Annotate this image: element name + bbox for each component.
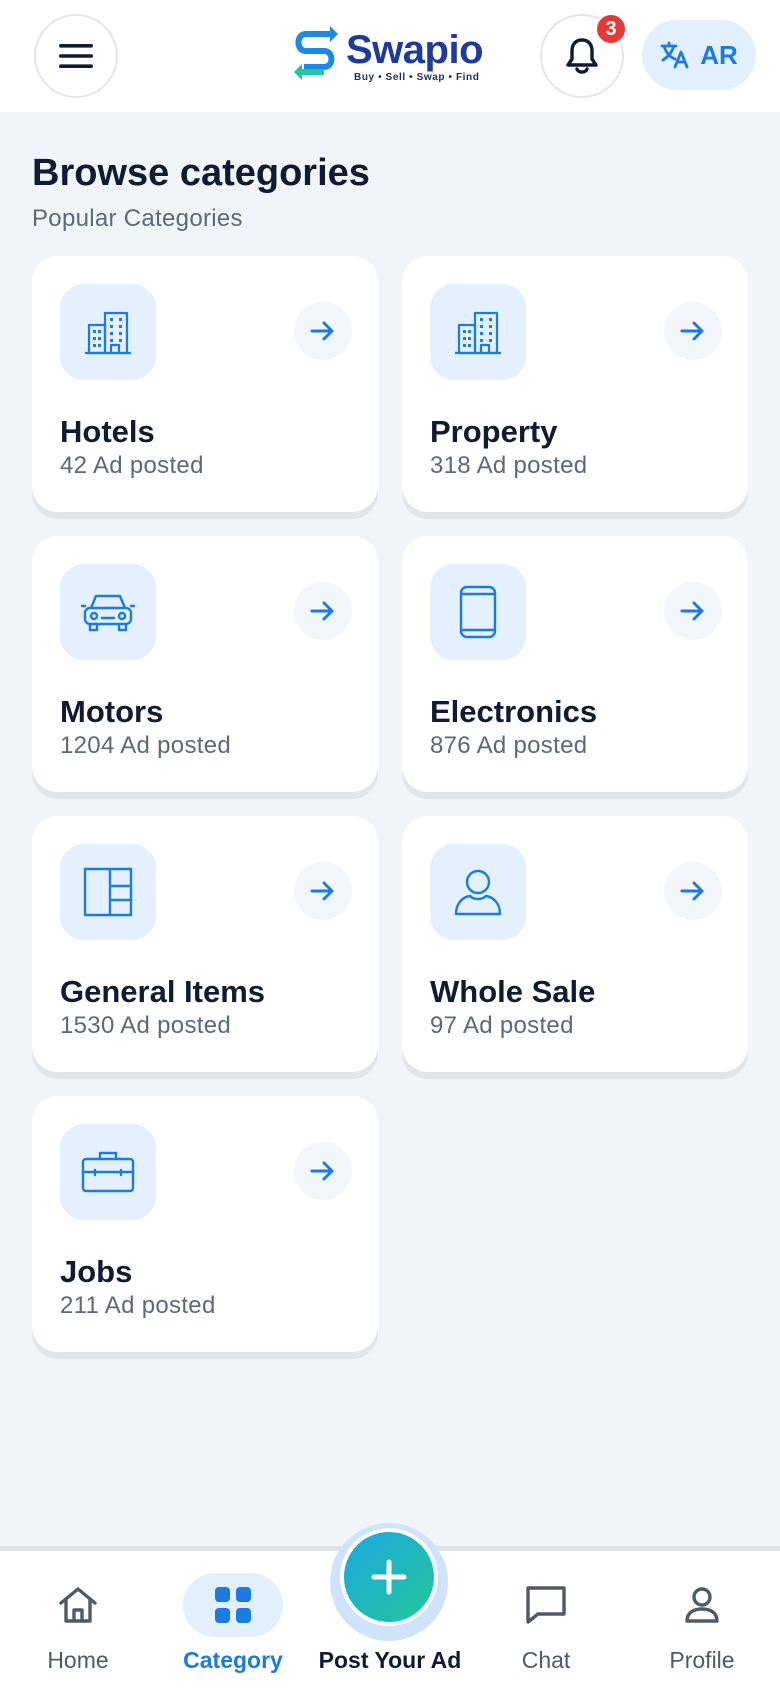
swapio-logo[interactable]: Swapio Buy • Sell • Swap • Find [290, 20, 500, 90]
hamburger-menu-icon [59, 44, 93, 68]
open-category-button[interactable] [294, 302, 352, 360]
arrow-right-icon [310, 321, 334, 341]
category-grid: Hotels 42 Ad posted Property 318 Ad post… [32, 256, 748, 1352]
category-title: Hotels [60, 414, 155, 449]
category-icon-tile [60, 284, 156, 380]
building-icon [85, 311, 131, 355]
nav-home-label: Home [47, 1647, 109, 1673]
arrow-right-icon [310, 601, 334, 621]
open-category-button[interactable] [664, 582, 722, 640]
category-title: Jobs [60, 1254, 133, 1289]
category-title: General Items [60, 974, 266, 1009]
nav-chat-label: Chat [521, 1647, 571, 1673]
category-icon-tile [60, 1124, 156, 1220]
arrow-right-icon [310, 881, 334, 901]
category-card-jobs[interactable]: Jobs 211 Ad posted [32, 1096, 378, 1352]
category-ad-count: 318 Ad posted [430, 452, 588, 479]
category-title: Property [430, 414, 558, 449]
category-ad-count: 42 Ad posted [60, 452, 204, 479]
swap-arrows-logo-icon [294, 26, 338, 80]
logo-name: Swapio [346, 28, 484, 72]
nav-profile[interactable]: Profile [642, 1551, 762, 1688]
plus-icon [371, 1559, 407, 1595]
bell-icon [566, 38, 598, 74]
category-card-whole-sale[interactable]: Whole Sale 97 Ad posted [402, 816, 748, 1072]
app-header: Swapio Buy • Sell • Swap • Find 3 AR [0, 0, 780, 112]
logo-tagline: Buy • Sell • Swap • Find [354, 72, 480, 83]
category-icon-tile [430, 284, 526, 380]
post-ad-button[interactable] [340, 1528, 438, 1626]
open-category-button[interactable] [664, 862, 722, 920]
arrow-right-icon [680, 601, 704, 621]
chat-icon [526, 1586, 566, 1624]
category-icon-tile [60, 564, 156, 660]
open-category-button[interactable] [294, 1142, 352, 1200]
open-category-button[interactable] [294, 862, 352, 920]
category-ad-count: 211 Ad posted [60, 1292, 216, 1319]
user-icon [454, 869, 502, 916]
open-category-button[interactable] [664, 302, 722, 360]
nav-home[interactable]: Home [18, 1551, 138, 1688]
nav-post-ad-label: Post Your Ad [318, 1647, 462, 1673]
building-icon [455, 311, 501, 355]
arrow-right-icon [310, 1161, 334, 1181]
category-icon-tile [430, 564, 526, 660]
category-ad-count: 1204 Ad posted [60, 732, 232, 759]
nav-profile-label: Profile [669, 1647, 735, 1673]
arrow-right-icon [680, 321, 704, 341]
briefcase-icon [81, 1151, 135, 1193]
category-card-electronics[interactable]: Electronics 876 Ad posted [402, 536, 748, 792]
notification-count-badge: 3 [595, 13, 627, 45]
language-label: AR [700, 39, 738, 70]
profile-icon [685, 1587, 719, 1623]
open-category-button[interactable] [294, 582, 352, 640]
translate-icon [660, 41, 689, 69]
category-card-motors[interactable]: Motors 1204 Ad posted [32, 536, 378, 792]
phone-icon [459, 585, 497, 639]
language-switch-button[interactable]: AR [642, 20, 756, 90]
nav-category[interactable]: Category [170, 1551, 296, 1688]
active-tab-indicator [183, 1573, 283, 1637]
category-ad-count: 876 Ad posted [430, 732, 588, 759]
arrow-right-icon [680, 881, 704, 901]
category-title: Whole Sale [430, 974, 596, 1009]
nav-category-label: Category [183, 1647, 283, 1673]
category-ad-count: 97 Ad posted [430, 1012, 574, 1039]
category-title: Electronics [430, 694, 598, 729]
grid-icon [215, 1587, 251, 1623]
menu-button[interactable] [34, 14, 118, 98]
category-card-hotels[interactable]: Hotels 42 Ad posted [32, 256, 378, 512]
car-icon [81, 594, 135, 632]
category-icon-tile [60, 844, 156, 940]
page-title: Browse categories [32, 152, 370, 194]
page-subtitle: Popular Categories [32, 205, 243, 232]
category-icon-tile [430, 844, 526, 940]
category-card-general-items[interactable]: General Items 1530 Ad posted [32, 816, 378, 1072]
category-title: Motors [60, 694, 164, 729]
home-icon [59, 1587, 97, 1623]
nav-chat[interactable]: Chat [486, 1551, 606, 1688]
layout-grid-icon [83, 867, 133, 917]
category-card-property[interactable]: Property 318 Ad posted [402, 256, 748, 512]
category-ad-count: 1530 Ad posted [60, 1012, 232, 1039]
